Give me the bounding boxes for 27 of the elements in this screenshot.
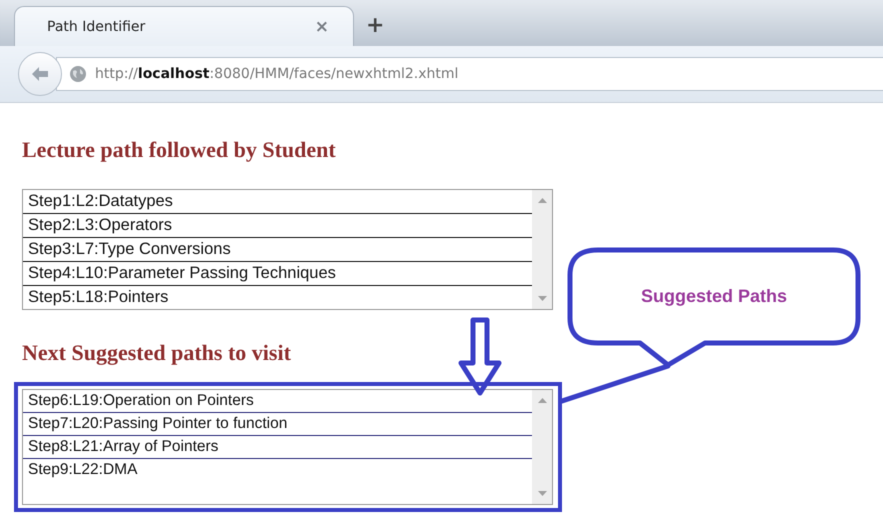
callout-label: Suggested Paths bbox=[640, 286, 788, 307]
list-box[interactable]: Step6:L19:Operation on Pointers Step7:L20:Passing Pointer to function Step8:L21:Array of Pointers Step9:L22:DMA bbox=[22, 389, 553, 505]
section-heading: Next Suggested paths to visit bbox=[22, 340, 292, 366]
list-item[interactable]: Step6:L19:Operation on Pointers bbox=[23, 390, 532, 413]
scroll-down-icon[interactable] bbox=[538, 490, 546, 496]
close-tab-button[interactable]: × bbox=[314, 16, 329, 36]
list-box[interactable]: Step1:L2:Datatypes Step2:L3:Operators Step3:L7:Type Conversions Step4:L10:Parameter Passing Techniques Step5:L18:Pointers bbox=[22, 189, 553, 310]
globe-icon bbox=[69, 65, 87, 83]
list-item[interactable]: Step9:L22:DMA bbox=[23, 459, 532, 481]
list-item[interactable]: Step7:L20:Passing Pointer to function bbox=[23, 413, 532, 436]
scrollbar[interactable] bbox=[532, 390, 552, 504]
scroll-up-icon[interactable] bbox=[538, 398, 546, 404]
browser-tab[interactable]: Path Identifier × bbox=[14, 6, 354, 46]
list-item[interactable]: Step2:L3:Operators bbox=[23, 214, 532, 238]
back-button[interactable] bbox=[18, 52, 62, 96]
scroll-up-icon[interactable] bbox=[538, 198, 546, 204]
list-item[interactable]: Step4:L10:Parameter Passing Techniques bbox=[23, 262, 532, 286]
list-item[interactable]: Step3:L7:Type Conversions bbox=[23, 238, 532, 262]
address-bar[interactable]: http://localhost:8080/HMM/faces/newxhtml2.xhtml bbox=[56, 57, 883, 91]
list-item[interactable]: Step8:L21:Array of Pointers bbox=[23, 436, 532, 459]
scroll-down-icon[interactable] bbox=[538, 295, 546, 301]
list-item[interactable]: Step1:L2:Datatypes bbox=[23, 190, 532, 214]
section-heading: Lecture path followed by Student bbox=[22, 137, 337, 163]
list-item[interactable]: Step5:L18:Pointers bbox=[23, 286, 532, 309]
scrollbar[interactable] bbox=[532, 190, 552, 309]
new-tab-button[interactable]: + bbox=[366, 13, 384, 46]
back-arrow-icon bbox=[30, 66, 50, 82]
